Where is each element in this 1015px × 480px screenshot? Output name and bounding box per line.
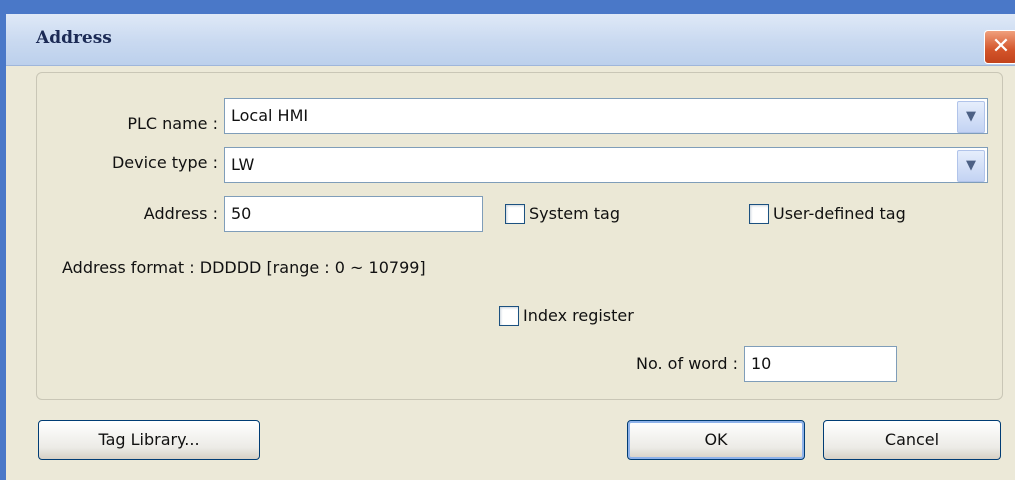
dialog-window: Address ✕ PLC name : Local HMI ▼ Device … [0, 0, 1015, 480]
no-of-word-value: 10 [751, 354, 772, 373]
address-label: Address : [143, 204, 218, 223]
ok-button[interactable]: OK [627, 420, 805, 460]
user-defined-tag-label: User-defined tag [773, 204, 906, 223]
device-type-label: Device type : [111, 153, 218, 172]
system-tag-label: System tag [529, 204, 620, 223]
plc-name-select[interactable]: Local HMI ▼ [224, 98, 988, 134]
system-tag-checkbox[interactable] [505, 204, 525, 224]
dialog-title: Address [36, 28, 112, 48]
address-input[interactable]: 50 [224, 196, 483, 232]
address-format-text: Address format : DDDDD [range : 0 ~ 1079… [62, 258, 426, 277]
close-icon: ✕ [991, 34, 1011, 59]
title-bar[interactable]: Address ✕ [6, 14, 1015, 66]
index-register-checkbox[interactable] [499, 306, 519, 326]
index-register-label: Index register [523, 306, 634, 325]
chevron-down-icon[interactable]: ▼ [957, 101, 985, 133]
device-type-value: LW [231, 155, 255, 174]
address-value: 50 [231, 204, 252, 223]
no-of-word-input[interactable]: 10 [744, 346, 897, 382]
no-of-word-label: No. of word : [636, 354, 738, 373]
tag-library-button[interactable]: Tag Library... [38, 420, 260, 460]
chevron-down-icon[interactable]: ▼ [957, 150, 985, 182]
close-button[interactable]: ✕ [984, 30, 1015, 64]
user-defined-tag-checkbox[interactable] [749, 204, 769, 224]
device-type-select[interactable]: LW ▼ [224, 147, 988, 183]
plc-name-value: Local HMI [231, 106, 309, 125]
cancel-button[interactable]: Cancel [823, 420, 1001, 460]
plc-name-label: PLC name : [127, 114, 218, 133]
